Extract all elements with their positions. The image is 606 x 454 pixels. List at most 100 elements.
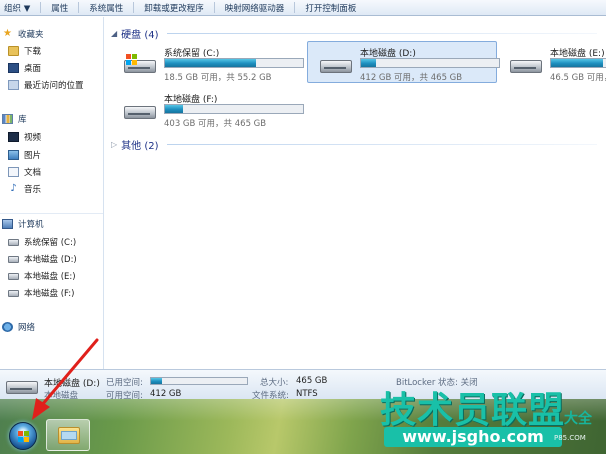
drive-icon xyxy=(8,255,19,263)
watermark-domain: P85.COM xyxy=(554,434,586,442)
nav-item-label: 本地磁盘 (F:) xyxy=(24,289,75,299)
nav-item-label: 视频 xyxy=(24,133,42,143)
folder-window-icon xyxy=(61,431,77,440)
content-pane: ◢ 硬盘 (4) 系统保留 (C:) 18.5 GB 可用，共 55.2 GB … xyxy=(105,17,606,369)
recent-places-icon xyxy=(8,80,19,90)
start-button[interactable] xyxy=(9,422,37,450)
computer-icon xyxy=(2,219,13,229)
drive-usage-fill xyxy=(165,105,183,113)
star-icon: ★ xyxy=(3,28,12,39)
drive-tile-d[interactable]: 本地磁盘 (D:) 412 GB 可用，共 465 GB xyxy=(307,41,500,83)
nav-item-label: 系统保留 (C:) xyxy=(24,238,77,248)
nav-item-drive-f[interactable]: 本地磁盘 (F:) xyxy=(8,286,74,300)
details-free-value: 412 GB xyxy=(150,389,182,399)
details-usage-bar xyxy=(150,377,248,385)
system-drive-icon xyxy=(124,54,156,76)
drive-icon xyxy=(6,377,40,399)
network-icon xyxy=(2,322,13,332)
group-header-other[interactable]: ▷ 其他 (2) xyxy=(111,137,159,152)
expand-arrow-icon: ▷ xyxy=(111,140,118,149)
drive-usage-bar xyxy=(550,58,606,68)
nav-item-recent-places[interactable]: 最近访问的位置 xyxy=(8,78,84,92)
nav-item-label: 图片 xyxy=(24,151,42,161)
nav-item-drive-d[interactable]: 本地磁盘 (D:) xyxy=(8,252,77,266)
nav-item-label: 最近访问的位置 xyxy=(24,81,84,91)
nav-item-label: 本地磁盘 (E:) xyxy=(24,272,76,282)
navigation-pane: ★ 收藏夹 下载 桌面 最近访问的位置 库 视频 图片 文档 ♪ 音乐 计算机 … xyxy=(0,17,104,369)
uninstall-program-button[interactable]: 卸载或更改程序 xyxy=(134,2,214,14)
organize-button[interactable]: 组织 ▼ xyxy=(0,2,40,14)
drive-tile-f[interactable]: 本地磁盘 (F:) 403 GB 可用，共 465 GB xyxy=(111,87,304,129)
nav-item-drive-c[interactable]: 系统保留 (C:) xyxy=(8,235,76,249)
drive-space-info: 18.5 GB 可用，共 55.2 GB xyxy=(164,73,272,83)
nav-item-pictures[interactable]: 图片 xyxy=(8,148,41,162)
group-divider xyxy=(167,33,597,34)
drive-usage-fill xyxy=(551,59,604,67)
details-total-value: 465 GB xyxy=(296,376,328,386)
drive-usage-bar xyxy=(164,58,304,68)
picture-library-icon xyxy=(8,150,19,160)
nav-item-music[interactable]: ♪ 音乐 xyxy=(8,182,41,196)
system-properties-button[interactable]: 系统属性 xyxy=(79,2,133,14)
nav-favorites-label: 收藏夹 xyxy=(18,30,44,40)
drive-space-info: 46.5 GB 可用，共 ... xyxy=(550,73,606,83)
watermark-title: 技术员联盟 xyxy=(380,390,566,431)
group-header-hard-drives[interactable]: ◢ 硬盘 (4) xyxy=(111,26,159,41)
nav-item-label: 本地磁盘 (D:) xyxy=(24,255,77,265)
libraries-icon xyxy=(2,114,13,124)
open-control-panel-button[interactable]: 打开控制面板 xyxy=(295,2,366,14)
nav-item-documents[interactable]: 文档 xyxy=(8,165,41,179)
nav-item-label: 文档 xyxy=(24,168,42,178)
watermark-subtitle: 大全 xyxy=(564,411,592,427)
windows-logo-icon xyxy=(24,431,29,436)
windows-flag-icon xyxy=(126,54,137,65)
nav-item-label: 下载 xyxy=(24,47,42,57)
drive-usage-fill xyxy=(165,59,257,67)
nav-computer[interactable]: 计算机 xyxy=(2,217,44,231)
nav-computer-label: 计算机 xyxy=(18,220,44,230)
windows-logo-icon xyxy=(18,431,23,436)
nav-libraries-label: 库 xyxy=(18,115,27,125)
drive-icon xyxy=(510,54,542,76)
drive-icon xyxy=(8,238,19,246)
details-fs-value: NTFS xyxy=(296,389,318,399)
video-library-icon xyxy=(8,132,19,142)
downloads-folder-icon xyxy=(8,46,19,56)
windows-logo-icon xyxy=(24,437,29,442)
nav-favorites[interactable]: ★ 收藏夹 xyxy=(2,27,44,41)
details-used-label: 已用空间: xyxy=(106,378,143,388)
drive-tile-c[interactable]: 系统保留 (C:) 18.5 GB 可用，共 55.2 GB xyxy=(111,41,304,83)
details-total-label: 总大小: xyxy=(260,378,289,388)
nav-network[interactable]: 网络 xyxy=(2,320,35,334)
nav-network-label: 网络 xyxy=(18,323,36,333)
nav-item-drive-e[interactable]: 本地磁盘 (E:) xyxy=(8,269,76,283)
command-toolbar: 组织 ▼ 属性 系统属性 卸载或更改程序 映射网络驱动器 打开控制面板 xyxy=(0,0,606,16)
watermark: 技术员联盟 大全 www.jsgho.com P85.COM xyxy=(378,381,606,454)
nav-item-downloads[interactable]: 下载 xyxy=(8,44,41,58)
drive-tile-e[interactable]: 本地磁盘 (E:) 46.5 GB 可用，共 ... xyxy=(497,41,606,83)
group-header-label: 其他 (2) xyxy=(121,141,159,152)
group-header-label: 硬盘 (4) xyxy=(121,30,159,41)
drive-icon xyxy=(8,272,19,280)
nav-item-videos[interactable]: 视频 xyxy=(8,130,41,144)
document-library-icon xyxy=(8,167,19,177)
nav-divider xyxy=(0,213,103,214)
taskbar-explorer-button[interactable] xyxy=(46,419,90,451)
windows-logo-icon xyxy=(18,437,23,442)
details-usage-fill xyxy=(151,378,162,384)
watermark-url: www.jsgho.com xyxy=(384,427,562,447)
map-network-drive-button[interactable]: 映射网络驱动器 xyxy=(215,2,295,14)
properties-button[interactable]: 属性 xyxy=(41,2,78,14)
drive-usage-bar xyxy=(164,104,304,114)
desktop-icon xyxy=(8,63,19,73)
drive-space-info: 403 GB 可用，共 465 GB xyxy=(164,119,267,129)
nav-item-label: 桌面 xyxy=(24,64,42,74)
nav-item-desktop[interactable]: 桌面 xyxy=(8,61,41,75)
drive-icon xyxy=(320,54,352,76)
details-drive-name: 本地磁盘 (D:) xyxy=(44,379,100,389)
collapse-arrow-icon: ◢ xyxy=(111,29,118,38)
nav-libraries[interactable]: 库 xyxy=(2,112,27,126)
drive-usage-fill xyxy=(361,59,377,67)
drive-usage-bar xyxy=(360,58,500,68)
drive-icon xyxy=(124,100,156,122)
